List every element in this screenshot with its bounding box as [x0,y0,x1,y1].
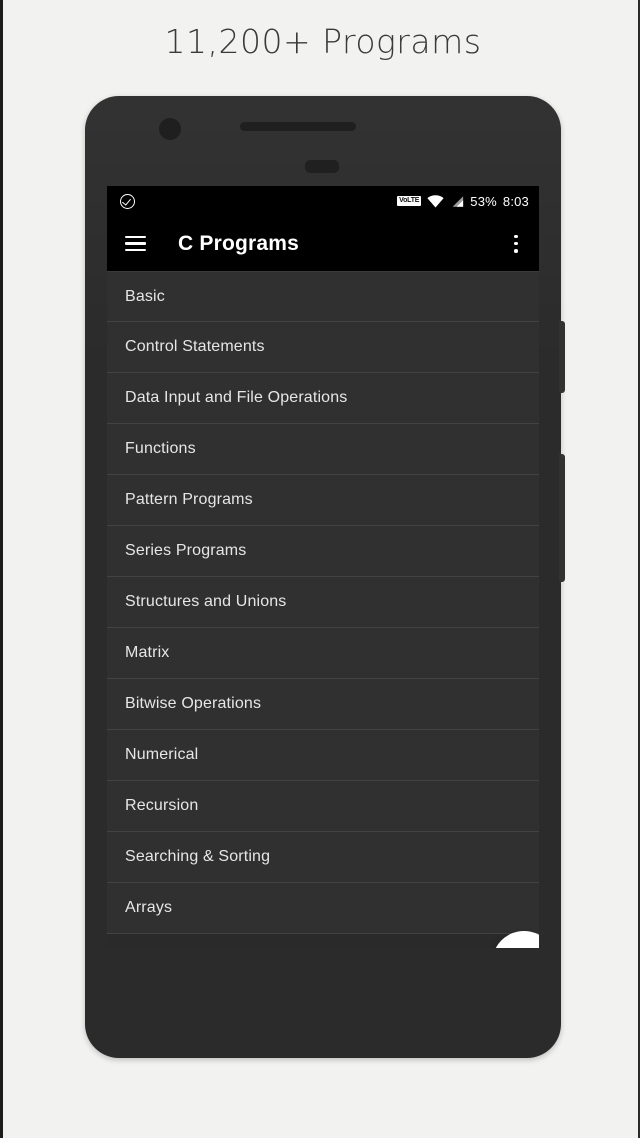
hamburger-line [125,248,146,251]
signal-bars-icon [450,195,464,208]
check-circle-icon [120,193,135,209]
list-item[interactable]: Series Programs [107,526,539,577]
list-bottom-space [107,934,539,948]
screenshot-root: 11,200+ Programs VoLTE 53% 8:03 C Progra… [0,0,640,1138]
list-item[interactable]: Basic [107,271,539,322]
list-item-label: Searching & Sorting [125,848,271,865]
list-item-label: Control Statements [125,338,265,355]
phone-device-mockup: VoLTE 53% 8:03 C Programs Basic Control … [85,96,565,1058]
status-bar-left [120,193,135,209]
list-item-label: Data Input and File Operations [125,389,348,406]
app-bar: C Programs [107,216,539,271]
hamburger-menu-icon[interactable] [125,236,146,251]
battery-percent-label: 53% [470,193,497,209]
list-item[interactable]: Numerical [107,730,539,781]
category-list: Basic Control Statements Data Input and … [107,271,539,948]
list-item-label: Pattern Programs [125,491,253,508]
overflow-dot [514,248,518,253]
list-item-label: Structures and Unions [125,593,287,610]
list-item-label: Series Programs [125,542,247,559]
list-item[interactable]: Data Input and File Operations [107,373,539,424]
phone-screen: VoLTE 53% 8:03 C Programs Basic Control … [107,186,539,948]
volume-button[interactable] [559,321,565,393]
list-item[interactable]: Structures and Unions [107,577,539,628]
overflow-dot [514,241,518,246]
proximity-sensor [305,160,339,173]
earpiece-speaker [240,122,356,131]
hamburger-line [125,242,146,245]
status-bar-right: VoLTE 53% 8:03 [397,194,529,209]
list-item-label: Functions [125,440,196,457]
front-camera-icon [159,118,181,140]
volte-icon: VoLTE [397,196,422,206]
wifi-icon [427,194,444,208]
list-item[interactable]: Recursion [107,781,539,832]
list-item[interactable]: Functions [107,424,539,475]
list-item[interactable]: Control Statements [107,322,539,373]
overflow-dot [514,234,518,239]
list-item-label: Matrix [125,644,170,661]
power-button[interactable] [559,454,565,582]
list-item[interactable]: Bitwise Operations [107,679,539,730]
list-item[interactable]: Arrays [107,883,539,934]
page-title: 11,200+ Programs [164,22,482,61]
list-item[interactable]: Matrix [107,628,539,679]
list-item[interactable]: Pattern Programs [107,475,539,526]
list-item-label: Recursion [125,797,199,814]
list-item-label: Bitwise Operations [125,695,262,712]
list-item-label: Arrays [125,899,173,916]
overflow-menu-icon[interactable] [507,234,525,254]
app-bar-title: C Programs [178,231,300,255]
list-item[interactable]: Searching & Sorting [107,832,539,883]
status-bar: VoLTE 53% 8:03 [107,186,539,216]
hamburger-line [125,236,146,239]
clock-label: 8:03 [502,193,529,209]
list-item-label: Basic [125,287,165,305]
list-item-label: Numerical [125,746,199,763]
